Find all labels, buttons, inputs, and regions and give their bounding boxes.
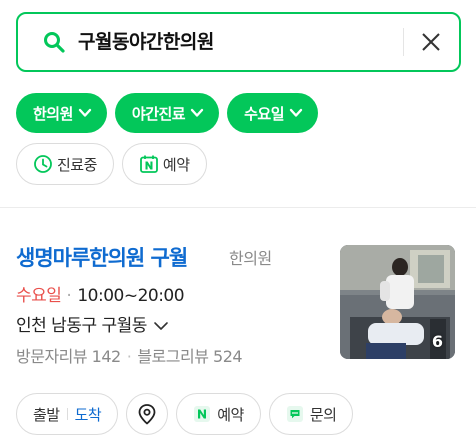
- filter-chip-open-now[interactable]: 진료중: [16, 143, 114, 185]
- hours-day: 수요일: [16, 286, 62, 306]
- place-category: 한의원: [229, 249, 272, 268]
- save-place-button[interactable]: [126, 393, 169, 435]
- search-icon: [44, 32, 65, 53]
- inquiry-button[interactable]: 문의: [268, 393, 354, 435]
- route-button-group: 출발 도착: [16, 393, 119, 435]
- section-divider: [0, 207, 476, 208]
- inquiry-label: 문의: [309, 405, 337, 424]
- place-actions: 출발 도착 예약 문의: [16, 393, 354, 435]
- address-text: 인천 남동구 구월동: [16, 316, 147, 336]
- place-photo-thumbnail[interactable]: 6: [340, 245, 455, 359]
- map-pin-icon: [138, 404, 156, 425]
- filter-chip-label: 야간진료: [131, 104, 186, 123]
- place-name-link[interactable]: 생명마루한의원 구월: [16, 245, 188, 271]
- reserve-label: 예약: [217, 405, 244, 424]
- visitor-reviews-link[interactable]: 방문자리뷰 142: [16, 347, 121, 366]
- filter-chip-day[interactable]: 수요일: [227, 93, 319, 133]
- secondary-filters: 진료중 예약: [16, 143, 207, 185]
- primary-filters: 한의원 야간진료 수요일: [16, 93, 319, 133]
- filter-chip-label: 진료중: [57, 155, 97, 174]
- talk-bubble-icon: [286, 406, 303, 422]
- filter-chip-label: 예약: [162, 155, 190, 174]
- clock-icon: [34, 155, 52, 173]
- filter-chip-category[interactable]: 한의원: [16, 93, 107, 133]
- route-divider: [66, 408, 68, 420]
- filter-chip-booking[interactable]: 예약: [121, 143, 207, 185]
- search-input[interactable]: 구월동야간한의원: [78, 31, 214, 53]
- photo-count: 6: [431, 332, 443, 351]
- filter-chip-label: 수요일: [244, 104, 285, 123]
- naver-booking-icon: [194, 406, 211, 422]
- search-divider: [403, 28, 404, 56]
- arrive-button[interactable]: 도착: [75, 404, 102, 425]
- chevron-down-icon: [190, 108, 204, 117]
- chevron-down-icon: [154, 322, 168, 330]
- naver-booking-icon: [140, 155, 158, 173]
- close-icon[interactable]: [418, 29, 444, 55]
- address-toggle[interactable]: 인천 남동구 구월동: [16, 316, 169, 336]
- filter-chip-night-care[interactable]: 야간진료: [114, 93, 220, 133]
- search-box[interactable]: 구월동야간한의원: [16, 12, 461, 72]
- review-separator: ·: [126, 347, 132, 366]
- filter-chip-label: 한의원: [33, 104, 73, 123]
- chevron-down-icon: [289, 108, 303, 117]
- blog-reviews-link[interactable]: 블로그리뷰 524: [137, 347, 242, 366]
- review-counts: 방문자리뷰 142 · 블로그리뷰 524: [16, 347, 243, 367]
- business-hours: 수요일 · 10:00~20:00: [16, 286, 185, 306]
- reserve-button[interactable]: 예약: [176, 393, 261, 435]
- chevron-down-icon: [78, 108, 92, 117]
- hours-separator: ·: [66, 286, 72, 306]
- depart-button[interactable]: 출발: [33, 404, 60, 425]
- hours-time: 10:00~20:00: [77, 286, 185, 306]
